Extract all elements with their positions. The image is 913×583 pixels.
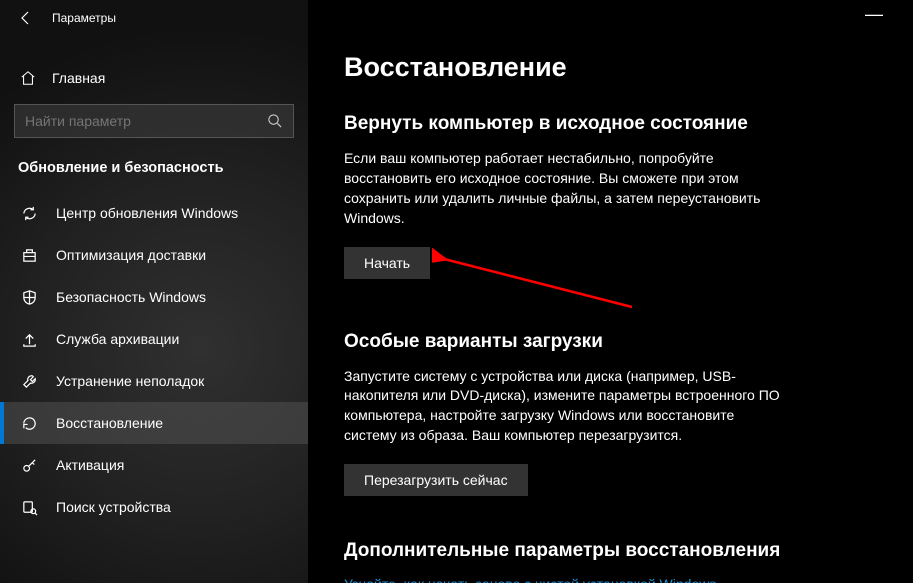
sidebar-item-windows-security[interactable]: Безопасность Windows — [0, 276, 308, 318]
search-icon — [267, 113, 283, 129]
restart-now-button[interactable]: Перезагрузить сейчас — [344, 464, 528, 496]
page-title: Восстановление — [344, 52, 873, 83]
advanced-heading: Особые варианты загрузки — [344, 331, 873, 353]
reset-heading: Вернуть компьютер в исходное состояние — [344, 113, 873, 135]
more-recovery-heading: Дополнительные параметры восстановления — [344, 540, 873, 562]
search-box[interactable] — [14, 104, 294, 138]
reset-description: Если ваш компьютер работает нестабильно,… — [344, 149, 784, 229]
sidebar-item-label: Поиск устройства — [56, 499, 171, 515]
device-search-icon — [20, 498, 38, 516]
titlebar: Параметры — [0, 0, 308, 36]
sidebar-item-label: Устранение неполадок — [56, 373, 204, 389]
section-more-recovery: Дополнительные параметры восстановления … — [344, 540, 873, 583]
sidebar-item-windows-update[interactable]: Центр обновления Windows — [0, 192, 308, 234]
sidebar-item-label: Безопасность Windows — [56, 289, 206, 305]
backup-icon — [20, 330, 38, 348]
main-content: — Восстановление Вернуть компьютер в исх… — [308, 0, 913, 583]
search-input[interactable] — [25, 113, 267, 129]
fresh-start-link[interactable]: Узнайте, как начать заново с чистой уста… — [344, 576, 716, 583]
sidebar-item-label: Служба архивации — [56, 331, 179, 347]
sidebar-item-delivery-optimization[interactable]: Оптимизация доставки — [0, 234, 308, 276]
advanced-description: Запустите систему с устройства или диска… — [344, 367, 784, 447]
sidebar-item-backup[interactable]: Служба архивации — [0, 318, 308, 360]
recovery-icon — [20, 414, 38, 432]
sidebar-item-troubleshoot[interactable]: Устранение неполадок — [0, 360, 308, 402]
reset-start-button[interactable]: Начать — [344, 247, 430, 279]
sidebar-home-label: Главная — [52, 70, 105, 86]
key-icon — [20, 456, 38, 474]
sidebar-item-recovery[interactable]: Восстановление — [0, 402, 308, 444]
sidebar-item-label: Активация — [56, 457, 124, 473]
home-icon — [20, 70, 36, 86]
sidebar-item-activation[interactable]: Активация — [0, 444, 308, 486]
sidebar-item-label: Центр обновления Windows — [56, 205, 238, 221]
sidebar-item-label: Оптимизация доставки — [56, 247, 206, 263]
delivery-icon — [20, 246, 38, 264]
sidebar: Параметры Главная Обновление и безопасно… — [0, 0, 308, 583]
back-button[interactable] — [18, 10, 34, 26]
window-title: Параметры — [52, 11, 116, 25]
section-advanced-startup: Особые варианты загрузки Запустите систе… — [344, 331, 873, 497]
sidebar-nav: Центр обновления Windows Оптимизация дос… — [0, 192, 308, 528]
minimize-button[interactable]: — — [865, 4, 883, 25]
sidebar-item-label: Восстановление — [56, 415, 163, 431]
sidebar-home[interactable]: Главная — [0, 60, 308, 96]
wrench-icon — [20, 372, 38, 390]
shield-icon — [20, 288, 38, 306]
section-reset: Вернуть компьютер в исходное состояние Е… — [344, 113, 873, 279]
sync-icon — [20, 204, 38, 222]
sidebar-section-title: Обновление и безопасность — [0, 138, 308, 192]
sidebar-item-find-my-device[interactable]: Поиск устройства — [0, 486, 308, 528]
